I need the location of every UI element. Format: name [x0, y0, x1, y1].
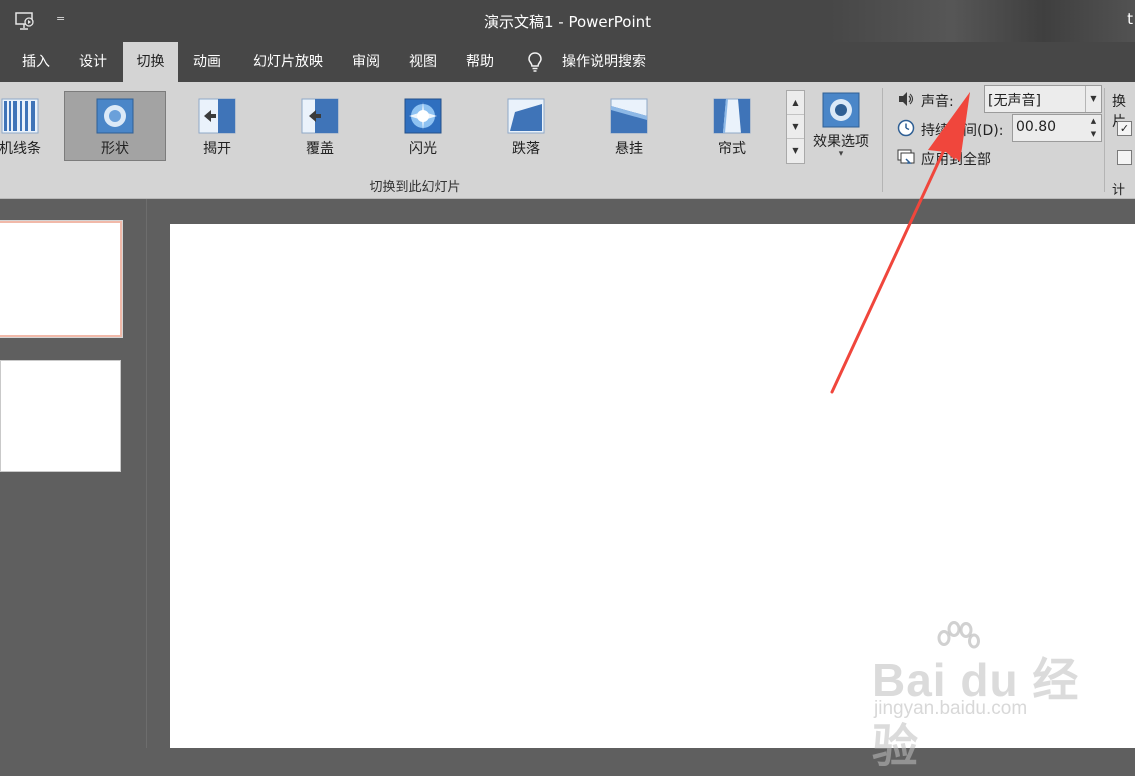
- chevron-down-icon[interactable]: ▼: [1085, 86, 1101, 112]
- group-label-transition-to-this-slide: 切换到此幻灯片: [369, 180, 461, 195]
- on-mouse-click-checkbox[interactable]: ✓: [1117, 121, 1132, 136]
- group-divider: [882, 88, 883, 192]
- slide-thumbnails-pane: [0, 199, 147, 748]
- slide-canvas[interactable]: [170, 224, 1135, 748]
- transition-label: 悬挂: [615, 141, 643, 157]
- tab-review[interactable]: 审阅: [340, 42, 392, 82]
- effect-options-label: 效果选项: [813, 134, 869, 150]
- ribbon-transitions: 机线条 形状 揭开 覆盖 闪光 跌落 悬挂 帘式 ▲ ▼ ▼ 效果选项 ▾ 切换…: [0, 82, 1135, 199]
- transition-label: 揭开: [203, 141, 231, 157]
- account-name[interactable]: t: [1127, 10, 1133, 28]
- transition-cover[interactable]: 覆盖: [270, 92, 370, 160]
- tab-insert[interactable]: 插入: [10, 42, 62, 82]
- tab-animations[interactable]: 动画: [180, 42, 234, 82]
- gallery-scroll-up-button[interactable]: ▲: [787, 91, 804, 115]
- cover-icon: [301, 98, 339, 134]
- gallery-scrollbar: ▲ ▼ ▼: [786, 90, 805, 164]
- transition-uncover[interactable]: 揭开: [167, 92, 267, 160]
- sound-dropdown[interactable]: [无声音] ▼: [984, 85, 1102, 113]
- title-bar: = 演示文稿1 - PowerPoint t: [0, 0, 1135, 42]
- transition-flash[interactable]: 闪光: [373, 92, 473, 160]
- transition-fall-over[interactable]: 跌落: [476, 92, 576, 160]
- transition-label: 形状: [101, 141, 129, 157]
- transition-label: 帘式: [718, 141, 746, 157]
- fall-over-icon: [507, 98, 545, 134]
- tab-slideshow[interactable]: 幻灯片放映: [240, 42, 336, 82]
- gallery-scroll-down-button[interactable]: ▼: [787, 115, 804, 139]
- drape-icon: [610, 98, 648, 134]
- speaker-icon: [899, 92, 914, 106]
- ribbon-tabs: 插入 设计 切换 动画 幻灯片放映 审阅 视图 帮助 操作说明搜索: [0, 42, 1135, 82]
- transition-label: 闪光: [409, 141, 437, 157]
- slide-thumbnail-1[interactable]: [0, 220, 123, 338]
- tab-help[interactable]: 帮助: [454, 42, 506, 82]
- lightbulb-icon: [528, 52, 542, 72]
- sound-label: 声音:: [921, 94, 954, 110]
- tell-me-search[interactable]: 操作说明搜索: [552, 42, 656, 82]
- sound-value: [无声音]: [988, 93, 1041, 109]
- gallery-more-button[interactable]: ▼: [787, 139, 804, 162]
- transition-random-bars[interactable]: 机线条: [0, 92, 70, 160]
- after-time-checkbox[interactable]: [1117, 150, 1132, 165]
- transition-shape[interactable]: 形状: [64, 91, 166, 161]
- tab-transitions[interactable]: 切换: [123, 42, 178, 82]
- duration-spinner[interactable]: 00.80 ▲ ▼: [1012, 114, 1102, 142]
- transition-label: 机线条: [0, 141, 41, 157]
- apply-to-all-icon: [897, 149, 915, 164]
- tab-view[interactable]: 视图: [397, 42, 449, 82]
- transition-curtains[interactable]: 帘式: [682, 92, 782, 160]
- transition-label: 跌落: [512, 141, 540, 157]
- uncover-icon: [198, 98, 236, 134]
- random-bars-icon: [1, 98, 39, 134]
- duration-value: 00.80: [1016, 119, 1057, 135]
- transition-drape[interactable]: 悬挂: [579, 92, 679, 160]
- shape-icon: [96, 98, 134, 134]
- duration-label: 持续时间(D):: [921, 123, 1004, 139]
- slide-thumbnail-2[interactable]: [0, 360, 121, 472]
- effect-options-icon: [822, 92, 860, 128]
- window-title: 演示文稿1 - PowerPoint: [483, 13, 652, 31]
- group-divider: [1104, 88, 1105, 192]
- curtains-icon: [713, 98, 751, 134]
- effect-options-button[interactable]: 效果选项 ▾: [806, 88, 876, 162]
- spin-down-button[interactable]: ▼: [1086, 128, 1101, 141]
- transition-gallery: 机线条 形状 揭开 覆盖 闪光 跌落 悬挂 帘式: [0, 88, 786, 162]
- tab-design[interactable]: 设计: [66, 42, 120, 82]
- transition-label: 覆盖: [306, 141, 334, 157]
- clock-icon: [897, 119, 915, 137]
- flash-icon: [404, 98, 442, 134]
- spin-up-button[interactable]: ▲: [1086, 115, 1101, 128]
- apply-to-all-button[interactable]: 应用到全部: [921, 149, 991, 169]
- duration-spin-buttons: ▲ ▼: [1086, 115, 1101, 141]
